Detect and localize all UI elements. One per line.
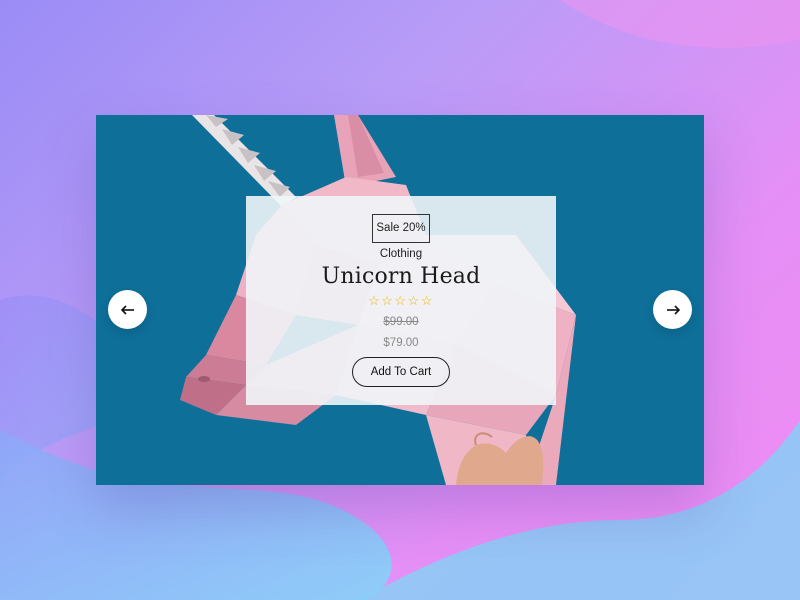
next-slide-button[interactable]: [653, 290, 692, 329]
add-to-cart-button[interactable]: Add To Cart: [352, 357, 450, 387]
sale-badge: Sale 20%: [372, 214, 430, 243]
product-slide: Sale 20% Clothing Unicorn Head ☆☆☆☆☆ $99…: [96, 115, 704, 485]
product-title[interactable]: Unicorn Head: [246, 264, 556, 289]
previous-slide-button[interactable]: [108, 290, 147, 329]
arrow-right-icon: [666, 304, 680, 315]
product-info-panel: Sale 20% Clothing Unicorn Head ☆☆☆☆☆ $99…: [246, 196, 556, 405]
original-price: $99.00: [383, 316, 419, 328]
sale-price: $79.00: [383, 337, 419, 349]
product-category[interactable]: Clothing: [246, 248, 556, 260]
arrow-left-icon: [120, 304, 134, 315]
rating-stars: ☆☆☆☆☆: [368, 293, 434, 308]
